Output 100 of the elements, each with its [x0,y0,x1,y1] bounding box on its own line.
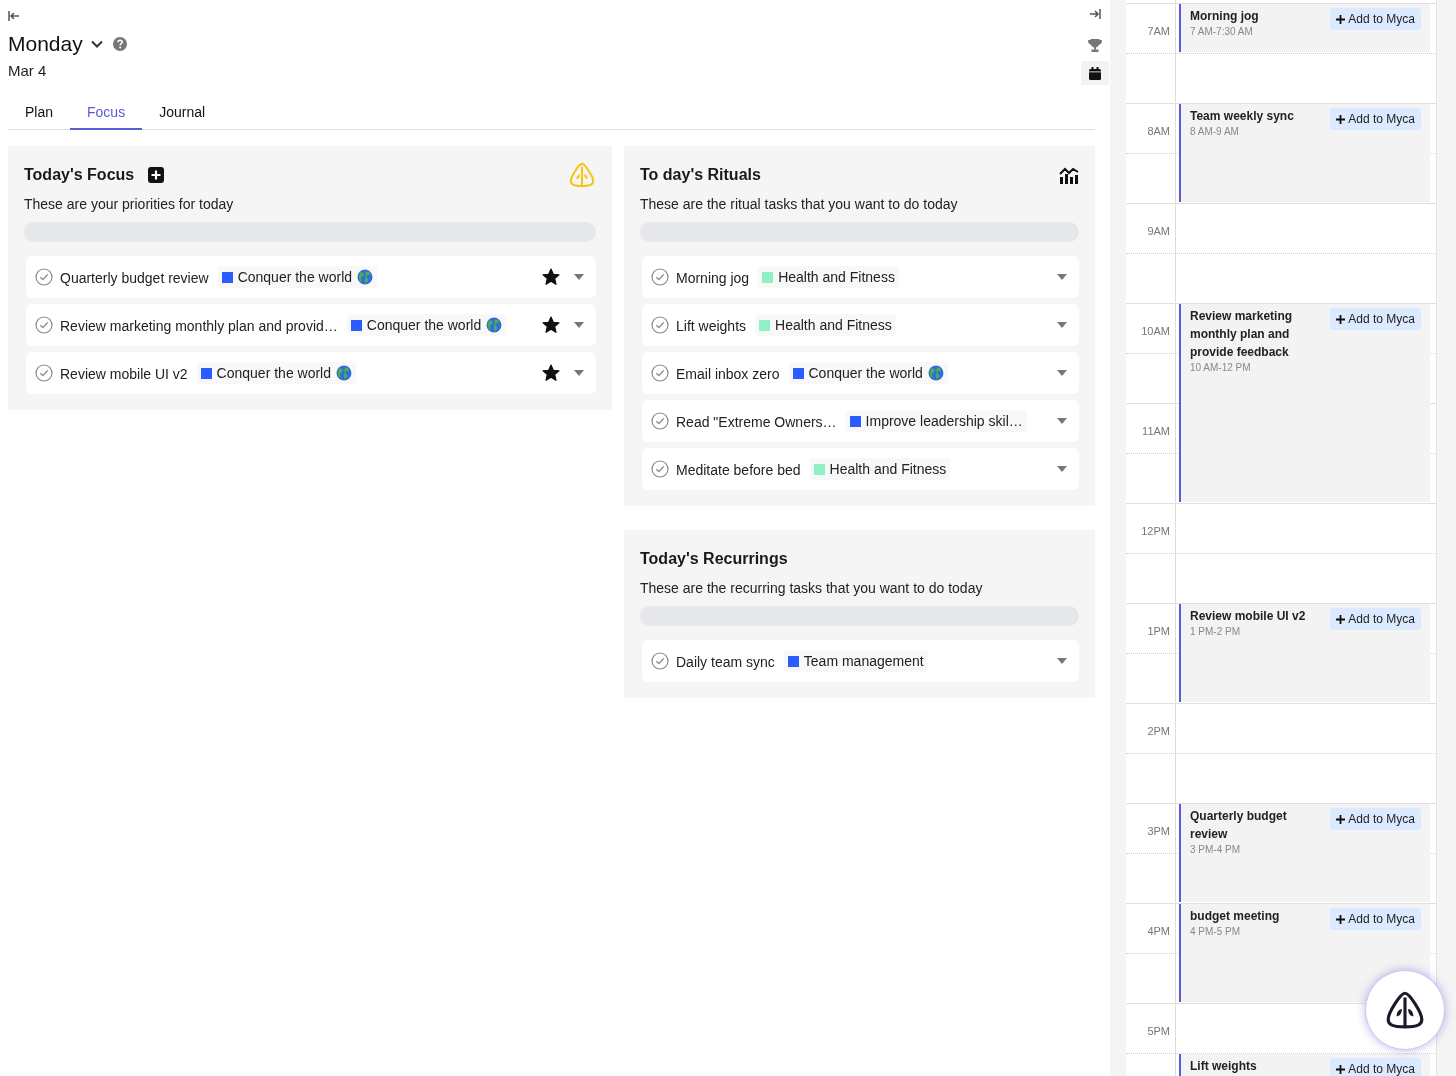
trophy-icon[interactable] [1088,39,1102,52]
task-title: Review mobile UI v2 [60,365,188,384]
calendar-event[interactable]: Morning jog 7 AM-7:30 AM Add to Myca [1179,4,1430,52]
leaf-icon [1384,989,1426,1031]
card-subtitle: These are your priorities for today [24,195,235,214]
chevron-down-icon[interactable] [90,40,103,48]
caret-down-icon[interactable] [1057,658,1067,664]
caret-down-icon[interactable] [1057,418,1067,424]
event-title: Review marketing monthly plan and provide feedback [1190,308,1294,361]
calendar-event[interactable]: Quarterly budget review 3 PM-4 PM Add to Myca [1179,804,1430,902]
calendar-event[interactable]: Review mobile UI v2 1 PM-2 PM Add to Myca [1179,604,1430,702]
check-circle-icon[interactable] [651,316,669,334]
hour-label: 11AM [1142,424,1170,438]
caret-down-icon[interactable] [574,322,584,328]
tag-label: Conquer the world [366,316,482,334]
event-title: Team weekly sync [1190,108,1295,125]
hour-label: 10AM [1141,324,1170,338]
tag-label: Conquer the world [216,364,331,382]
card-title: Today's Recurrings [640,549,788,569]
task-title: Email inbox zero [676,365,780,384]
hour-label: 9AM [1147,224,1170,238]
event-title: Review mobile UI v2 [1190,608,1307,625]
add-to-myca-button[interactable]: Add to Myca [1330,8,1421,30]
event-title: Lift weights [1190,1058,1258,1075]
day-title: Monday [8,31,83,57]
tag-label: Conquer the world [237,268,353,286]
event-title: Morning jog [1190,8,1260,25]
task-title: Quarterly budget review [60,269,209,288]
check-circle-icon[interactable] [35,316,53,334]
plus-icon [1336,314,1346,324]
calendar-event[interactable]: Review marketing monthly plan and provide feedback 10 AM-12 PM Add to Myca [1179,304,1430,502]
calendar-event[interactable]: Team weekly sync 8 AM-9 AM Add to Myca [1179,104,1430,202]
calendar-event[interactable]: Lift weights Add to Myca [1179,1054,1430,1076]
event-time: 1 PM-2 PM [1190,625,1241,639]
event-time: 7 AM-7:30 AM [1190,25,1254,39]
plus-icon [1336,814,1346,824]
check-circle-icon[interactable] [35,364,53,382]
leaf-icon [568,161,596,189]
caret-down-icon[interactable] [574,274,584,280]
check-circle-icon[interactable] [651,460,669,478]
help-icon[interactable] [112,37,127,51]
add-icon[interactable] [148,167,165,183]
card-subtitle: These are the ritual tasks that you want to do today [640,195,959,214]
card-title: Today's Focus [24,165,135,185]
tag-label: Improve leadership skil… [865,412,1023,430]
star-icon[interactable] [542,364,560,382]
task-title: Read "Extreme Owners… [676,413,837,432]
tab[interactable]: Plan [8,94,71,130]
add-to-myca-button[interactable]: Add to Myca [1330,608,1421,630]
tag-label: Health and Fitness [829,460,947,478]
hour-label: 8AM [1147,124,1170,138]
calendar-icon [1089,66,1101,80]
check-circle-icon[interactable] [651,364,669,382]
event-time: 10 AM-12 PM [1190,361,1252,375]
plus-icon [1336,1064,1346,1074]
check-circle-icon[interactable] [35,268,53,286]
hour-label: 5PM [1147,1024,1170,1038]
add-to-myca-button[interactable]: Add to Myca [1330,108,1421,130]
hour-label: 7AM [1147,24,1170,38]
caret-down-icon[interactable] [1057,370,1067,376]
date-label: Mar 4 [8,61,48,81]
event-time: 3 PM-4 PM [1190,843,1241,857]
task-title: Morning jog [676,269,750,288]
add-to-myca-button[interactable]: Add to Myca [1330,908,1421,930]
hour-label: 2PM [1147,724,1170,738]
task-title: Daily team sync [676,653,775,672]
plus-icon [1336,14,1346,24]
caret-down-icon[interactable] [1057,274,1067,280]
caret-down-icon[interactable] [574,370,584,376]
calendar-button[interactable] [1081,61,1109,85]
hour-label: 12PM [1141,524,1170,538]
task-title: Meditate before bed [676,461,801,480]
hour-label: 1PM [1147,624,1170,638]
star-icon[interactable] [542,316,560,334]
expand-icon[interactable] [1089,8,1101,20]
chart-icon[interactable] [1059,166,1079,184]
tab[interactable]: Focus [70,94,143,130]
task-title: Lift weights [676,317,747,336]
event-title: Quarterly budget review [1190,808,1288,843]
add-to-myca-button[interactable]: Add to Myca [1330,308,1421,330]
plus-icon [1336,114,1346,124]
caret-down-icon[interactable] [1057,466,1067,472]
check-circle-icon[interactable] [651,652,669,670]
check-circle-icon[interactable] [651,268,669,286]
caret-down-icon[interactable] [1057,322,1067,328]
star-icon[interactable] [542,268,560,286]
event-time: 4 PM-5 PM [1190,925,1241,939]
task-title: Review marketing monthly plan and provid… [60,317,338,336]
check-circle-icon[interactable] [651,412,669,430]
tag-label: Health and Fitness [775,316,892,334]
tag-label: Health and Fitness [778,268,895,286]
card-subtitle: These are the recurring tasks that you want to do today [640,579,984,598]
collapse-icon[interactable] [8,10,20,22]
hour-label: 4PM [1147,924,1170,938]
tab[interactable]: Journal [142,94,223,130]
plus-icon [1336,614,1346,624]
add-to-myca-button[interactable]: Add to Myca [1330,1058,1421,1076]
add-to-myca-button[interactable]: Add to Myca [1330,808,1421,830]
calendar-event[interactable]: budget meeting 4 PM-5 PM Add to Myca [1179,904,1430,1002]
tag-label: Conquer the world [808,364,923,382]
